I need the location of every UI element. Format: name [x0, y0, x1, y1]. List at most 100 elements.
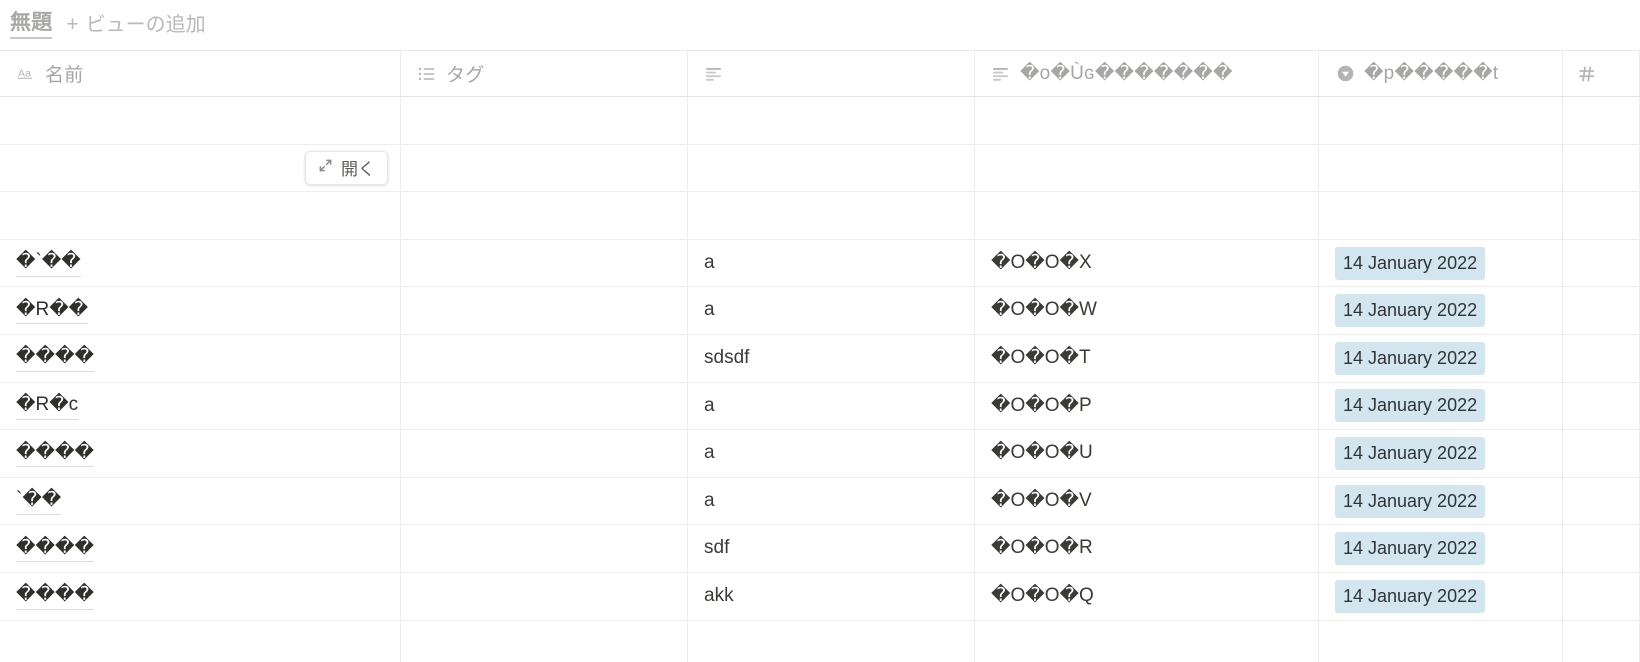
cell-select[interactable] [1319, 144, 1563, 192]
column-header-name[interactable]: Aa 名前 [0, 51, 401, 96]
cell-select[interactable]: 14 January 2022 [1319, 477, 1563, 525]
column-header-text[interactable] [688, 51, 975, 96]
cell-tags[interactable] [401, 525, 688, 572]
cell-select[interactable]: 14 January 2022 [1319, 525, 1563, 572]
cell-name[interactable]: �`�� [0, 239, 401, 287]
cell-tags[interactable] [401, 287, 688, 334]
cell-text2[interactable]: �O�O�V [975, 477, 1319, 525]
table-row[interactable]: ���� akk �O�O�Q 14 January 2022 [0, 572, 1640, 621]
cell-text[interactable]: akk [688, 572, 975, 620]
cell-name[interactable]: `�� [0, 477, 401, 525]
date-badge[interactable]: 14 January 2022 [1335, 341, 1486, 375]
cell-text2[interactable] [975, 192, 1319, 239]
cell-text[interactable]: a [688, 239, 975, 287]
date-badge[interactable]: 14 January 2022 [1335, 246, 1486, 280]
page-title-link[interactable]: ���� [16, 582, 94, 611]
table-row[interactable] [0, 192, 1640, 240]
cell-tags[interactable] [401, 572, 688, 620]
column-header-tags[interactable]: タグ [401, 51, 688, 96]
cell-number[interactable] [1563, 620, 1640, 662]
cell-number[interactable] [1563, 334, 1640, 382]
cell-tags[interactable] [401, 334, 688, 382]
page-title-link[interactable]: ���� [16, 535, 94, 563]
cell-text2[interactable]: �O�O�Q [975, 572, 1319, 620]
table-row-hovered[interactable]: 開く [0, 144, 1640, 193]
page-title-link[interactable]: `�� [16, 487, 62, 515]
table-row[interactable]: `�� a �O�O�V 14 January 2022 [0, 477, 1640, 526]
cell-number[interactable] [1563, 382, 1640, 430]
cell-text[interactable] [688, 192, 975, 239]
cell-text2[interactable]: �O�O�W [975, 287, 1319, 334]
cell-name[interactable]: ���� [0, 525, 401, 572]
cell-tags[interactable] [401, 97, 688, 144]
page-title-link[interactable]: �`�� [16, 249, 81, 277]
cell-tags[interactable] [401, 477, 688, 525]
table-row[interactable]: ���� sdsdf �O�O�T 14 January 2022 [0, 334, 1640, 383]
table-row-partial[interactable] [0, 620, 1640, 662]
cell-text2[interactable] [975, 97, 1319, 144]
date-badge[interactable]: 14 January 2022 [1335, 436, 1486, 470]
cell-text[interactable]: a [688, 382, 975, 430]
column-header-text2[interactable]: �o�Ùɢ������� [975, 51, 1319, 96]
cell-text2[interactable]: �O�O�X [975, 239, 1319, 287]
cell-tags[interactable] [401, 620, 688, 662]
table-row[interactable]: �R�� a �O�O�W 14 January 2022 [0, 287, 1640, 335]
cell-text[interactable]: a [688, 287, 975, 334]
cell-text2[interactable]: �O�O�P [975, 382, 1319, 430]
cell-select[interactable]: 14 January 2022 [1319, 287, 1563, 334]
cell-select[interactable]: 14 January 2022 [1319, 430, 1563, 477]
cell-text2[interactable]: �O�O�T [975, 334, 1319, 382]
open-page-button[interactable]: 開く [305, 150, 388, 185]
column-header-select[interactable]: �p�����t [1319, 51, 1563, 96]
page-title-link[interactable]: �R�� [16, 297, 89, 325]
cell-tags[interactable] [401, 144, 688, 192]
date-badge[interactable]: 14 January 2022 [1335, 484, 1486, 518]
cell-text2[interactable] [975, 620, 1319, 662]
date-badge[interactable]: 14 January 2022 [1335, 579, 1486, 613]
cell-number[interactable] [1563, 239, 1640, 287]
cell-number[interactable] [1563, 430, 1640, 477]
cell-text[interactable] [688, 144, 975, 192]
cell-name[interactable]: ���� [0, 572, 401, 620]
cell-number[interactable] [1563, 144, 1640, 192]
cell-name[interactable] [0, 192, 401, 239]
cell-number[interactable] [1563, 97, 1640, 144]
cell-select[interactable]: 14 January 2022 [1319, 334, 1563, 382]
cell-name[interactable]: �R�c [0, 382, 401, 430]
cell-tags[interactable] [401, 382, 688, 430]
cell-tags[interactable] [401, 239, 688, 287]
cell-text[interactable]: a [688, 430, 975, 477]
cell-text[interactable]: sdf [688, 525, 975, 572]
cell-select[interactable] [1319, 620, 1563, 662]
cell-select[interactable]: 14 January 2022 [1319, 239, 1563, 287]
date-badge[interactable]: 14 January 2022 [1335, 532, 1486, 566]
page-title-link[interactable]: ���� [16, 440, 94, 468]
cell-text2[interactable] [975, 144, 1319, 192]
cell-select[interactable] [1319, 192, 1563, 239]
cell-text[interactable]: sdsdf [688, 334, 975, 382]
cell-text[interactable]: a [688, 477, 975, 525]
date-badge[interactable]: 14 January 2022 [1335, 389, 1486, 423]
cell-number[interactable] [1563, 477, 1640, 525]
cell-text[interactable] [688, 620, 975, 662]
cell-name[interactable]: ���� [0, 430, 401, 477]
cell-name[interactable]: ���� [0, 334, 401, 382]
table-row[interactable]: ���� sdf �O�O�R 14 January 2022 [0, 525, 1640, 573]
cell-text[interactable] [688, 97, 975, 144]
cell-text2[interactable]: �O�O�U [975, 430, 1319, 477]
page-title-link[interactable]: ���� [16, 344, 94, 373]
cell-name[interactable] [0, 620, 401, 662]
table-row[interactable]: ���� a �O�O�U 14 January 2022 [0, 430, 1640, 478]
table-row[interactable]: �`�� a �O�O�X 14 January 2022 [0, 239, 1640, 288]
cell-select[interactable]: 14 January 2022 [1319, 382, 1563, 430]
date-badge[interactable]: 14 January 2022 [1335, 294, 1486, 328]
cell-number[interactable] [1563, 287, 1640, 334]
table-row[interactable]: �R�c a �O�O�P 14 January 2022 [0, 382, 1640, 431]
column-header-number[interactable] [1563, 51, 1640, 96]
cell-text2[interactable]: �O�O�R [975, 525, 1319, 572]
cell-number[interactable] [1563, 572, 1640, 620]
table-row[interactable] [0, 97, 1640, 145]
cell-name[interactable]: �R�� [0, 287, 401, 334]
cell-number[interactable] [1563, 192, 1640, 239]
cell-select[interactable] [1319, 97, 1563, 144]
